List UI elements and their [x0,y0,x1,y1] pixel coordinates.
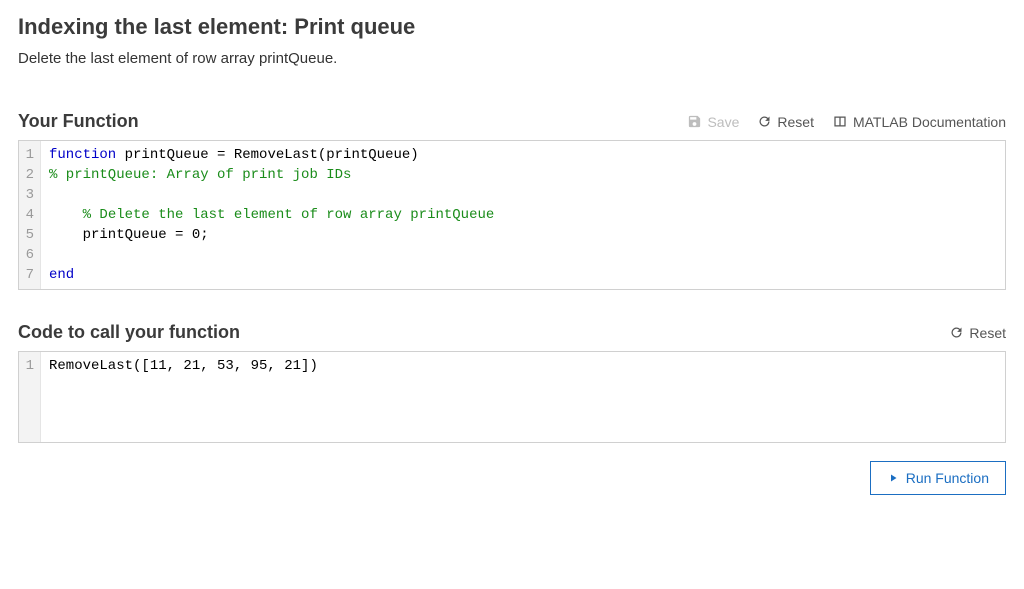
save-icon [687,114,702,129]
save-button[interactable]: Save [687,114,739,130]
reset-icon [757,114,772,129]
your-function-code-editor[interactable]: 1234567 function printQueue = RemoveLast… [18,140,1006,290]
reset-label: Reset [777,114,814,130]
play-icon [887,471,899,485]
reset-call-label: Reset [969,325,1006,341]
run-row: Run Function [18,461,1006,495]
run-function-button[interactable]: Run Function [870,461,1006,495]
gutter: 1 [19,352,41,442]
reset-icon [949,325,964,340]
gutter: 1234567 [19,141,41,289]
your-function-heading: Your Function [18,111,139,132]
reset-button[interactable]: Reset [757,114,814,130]
docs-button[interactable]: MATLAB Documentation [832,114,1006,130]
book-icon [832,114,848,129]
page-title: Indexing the last element: Print queue [18,14,1006,40]
call-function-toolbar: Reset [949,325,1006,341]
reset-call-button[interactable]: Reset [949,325,1006,341]
docs-label: MATLAB Documentation [853,114,1006,130]
code-area[interactable]: RemoveLast([11, 21, 53, 95, 21]) [41,352,1005,442]
instructions-text: Delete the last element of row array pri… [18,50,1006,67]
your-function-header: Your Function Save Reset MATLAB Document… [18,111,1006,132]
your-function-toolbar: Save Reset MATLAB Documentation [687,114,1006,130]
call-function-code-editor[interactable]: 1 RemoveLast([11, 21, 53, 95, 21]) [18,351,1006,443]
run-function-label: Run Function [906,470,989,486]
call-function-header: Code to call your function Reset [18,322,1006,343]
code-area[interactable]: function printQueue = RemoveLast(printQu… [41,141,1005,289]
save-label: Save [707,114,739,130]
call-function-heading: Code to call your function [18,322,240,343]
